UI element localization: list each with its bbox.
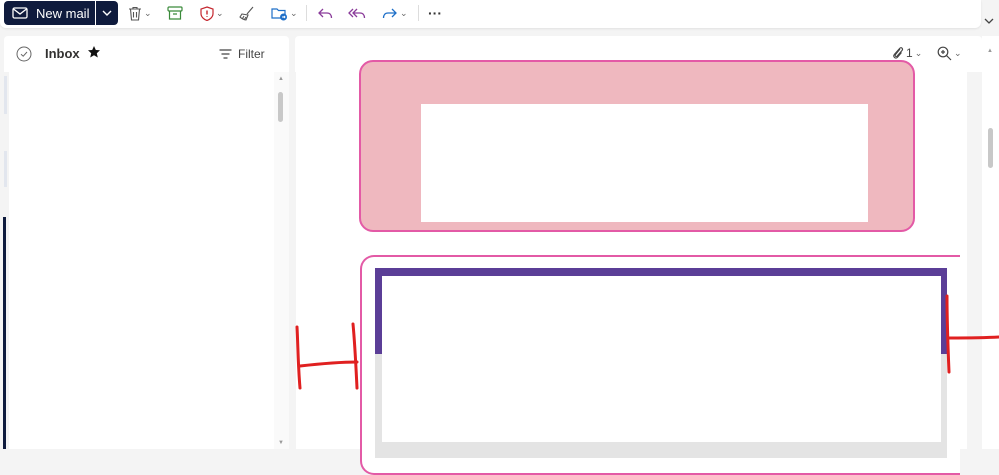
email-banner-image-area <box>421 104 868 222</box>
reply-icon <box>318 8 333 19</box>
chevron-down-icon: ⌄ <box>290 7 298 18</box>
reading-pane-scrollbar[interactable]: ▲ <box>982 36 999 449</box>
favorite-star-icon[interactable] <box>87 45 101 64</box>
forward-button[interactable]: ⌄ <box>382 3 408 23</box>
paperclip-icon <box>893 47 904 59</box>
filter-label: Filter <box>238 47 265 61</box>
email-content-panel <box>382 276 941 442</box>
archive-icon <box>167 6 183 20</box>
move-to-icon <box>271 7 287 20</box>
scroll-down-arrow-icon[interactable]: ▼ <box>278 440 284 446</box>
zoom-button[interactable]: ⌄ <box>937 46 962 61</box>
chevron-down-icon: ⌄ <box>954 48 962 58</box>
delete-icon <box>129 6 141 21</box>
scrollbar-thumb[interactable] <box>988 128 993 168</box>
zoom-in-icon <box>937 46 952 61</box>
more-icon[interactable]: ··· <box>428 3 442 23</box>
delete-button[interactable]: ⌄ <box>128 3 152 23</box>
scrollbar-thumb[interactable] <box>278 92 283 122</box>
reply-button[interactable] <box>317 3 333 23</box>
chevron-down-icon <box>984 18 994 24</box>
collapse-ribbon-button[interactable] <box>984 11 994 29</box>
chevron-down-icon: ⌄ <box>216 7 224 18</box>
forward-icon <box>382 8 397 19</box>
chevron-down-icon: ⌄ <box>914 47 923 58</box>
scroll-up-arrow-icon[interactable]: ▲ <box>278 76 284 82</box>
sweep-icon <box>239 6 254 21</box>
filter-button[interactable]: Filter <box>219 47 265 61</box>
folder-indicator <box>4 151 7 187</box>
reply-all-icon <box>348 8 366 19</box>
command-toolbar: New mail ⌄ ⌄ ⌄ ⌄ ··· <box>0 0 981 28</box>
folder-indicator <box>4 76 7 114</box>
toolbar-divider <box>306 5 307 21</box>
chevron-down-icon <box>102 10 112 16</box>
message-list-scrollbar[interactable]: ▲ ▼ <box>274 72 289 449</box>
new-mail-label: New mail <box>36 5 90 21</box>
chevron-down-icon: ⌄ <box>144 7 152 18</box>
more-actions-label: ··· <box>428 5 442 21</box>
message-list <box>9 72 274 449</box>
message-subject <box>305 44 625 52</box>
toolbar-divider <box>418 5 419 21</box>
folder-title: Inbox <box>45 46 80 61</box>
mail-icon <box>12 7 28 19</box>
scroll-up-arrow-icon[interactable]: ▲ <box>987 48 993 54</box>
select-all-button[interactable] <box>16 46 32 67</box>
archive-button[interactable] <box>167 3 183 23</box>
chevron-down-icon: ⌄ <box>400 7 408 18</box>
checkmark-circle-icon <box>16 46 32 62</box>
reply-all-button[interactable] <box>348 3 366 23</box>
report-icon <box>200 5 214 21</box>
sweep-button[interactable] <box>239 3 255 23</box>
folder-pane-collapsed <box>0 36 9 449</box>
filter-icon <box>219 49 232 59</box>
new-mail-dropdown-button[interactable] <box>96 1 118 25</box>
attachments-button[interactable]: 1 ⌄ <box>892 46 922 60</box>
new-mail-button[interactable]: New mail <box>4 1 95 25</box>
report-button[interactable]: ⌄ <box>200 3 224 23</box>
move-to-button[interactable]: ⌄ <box>271 3 298 23</box>
selected-folder-indicator <box>3 217 6 449</box>
attachment-count: 1 <box>906 46 913 60</box>
